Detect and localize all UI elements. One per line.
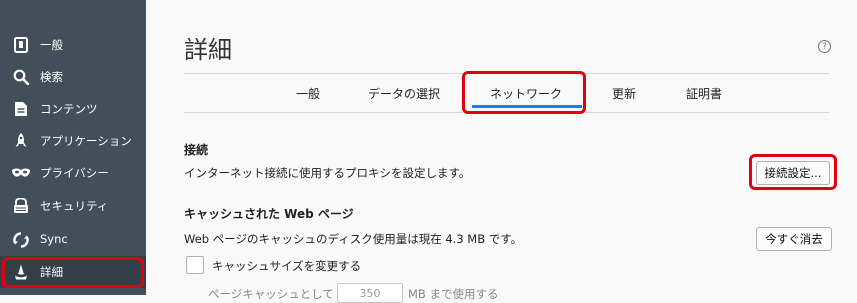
sync-icon (12, 231, 30, 249)
sidebar-item-sync[interactable]: Sync (0, 224, 146, 256)
sidebar: 一般 検索 コンテンツ アプリケーション プライバシー セキュリティ Sync … (0, 0, 146, 295)
sidebar-item-label: セキュリティ (40, 199, 109, 213)
privacy-mask-icon (12, 164, 30, 182)
main-panel: 詳細 ? 一般 データの選択 ネットワーク 更新 証明書 接続 インターネット接… (146, 0, 857, 303)
sidebar-item-label: 詳細 (40, 265, 63, 279)
security-icon (12, 197, 30, 215)
cache-usage-description: Web ページのキャッシュのディスク使用量は現在 4.3 MB です。 (184, 232, 523, 246)
connection-description: インターネット接続に使用するプロキシを設定します。 (184, 166, 471, 180)
sidebar-item-label: Sync (40, 232, 68, 246)
content-icon (12, 100, 30, 118)
applications-icon (12, 132, 30, 150)
connection-settings-button[interactable]: 接続設定... (756, 161, 830, 185)
override-cache-label: キャッシュサイズを変更する (212, 259, 362, 273)
sidebar-item-applications[interactable]: アプリケーション (0, 125, 146, 157)
general-icon (12, 36, 30, 54)
sidebar-item-label: コンテンツ (40, 102, 98, 116)
override-cache-checkbox[interactable] (186, 256, 204, 274)
sidebar-item-security[interactable]: セキュリティ (0, 190, 146, 222)
help-icon[interactable]: ? (818, 40, 831, 53)
sidebar-item-general[interactable]: 一般 (0, 29, 146, 61)
sidebar-item-privacy[interactable]: プライバシー (0, 157, 146, 189)
clear-cache-button[interactable]: 今すぐ消去 (756, 227, 832, 251)
advanced-icon (12, 263, 30, 281)
sidebar-item-label: プライバシー (40, 166, 109, 180)
connection-heading: 接続 (184, 143, 209, 157)
sidebar-item-content[interactable]: コンテンツ (0, 93, 146, 125)
sidebar-item-search[interactable]: 検索 (0, 61, 146, 93)
sidebar-item-label: 一般 (40, 38, 63, 52)
search-icon (12, 68, 30, 86)
tab-network[interactable]: ネットワーク (490, 85, 562, 102)
cache-limit-prefix: ページキャッシュとして (208, 287, 334, 301)
cache-heading: キャッシュされた Web ページ (184, 207, 354, 221)
cache-limit-input[interactable]: 350 (337, 283, 403, 303)
tab-general[interactable]: 一般 (296, 85, 320, 102)
cache-limit-suffix: MB まで使用する (408, 287, 499, 301)
tab-certificates[interactable]: 証明書 (686, 85, 722, 102)
active-tab-indicator (472, 105, 582, 108)
sidebar-item-label: アプリケーション (40, 134, 132, 148)
sidebar-item-label: 検索 (40, 70, 63, 84)
sidebar-item-advanced[interactable]: 詳細 (0, 256, 146, 288)
page-title: 詳細 (184, 36, 232, 64)
tab-data-choices[interactable]: データの選択 (368, 85, 440, 102)
tab-update[interactable]: 更新 (612, 85, 636, 102)
tab-bar: 一般 データの選択 ネットワーク 更新 証明書 (184, 73, 829, 113)
